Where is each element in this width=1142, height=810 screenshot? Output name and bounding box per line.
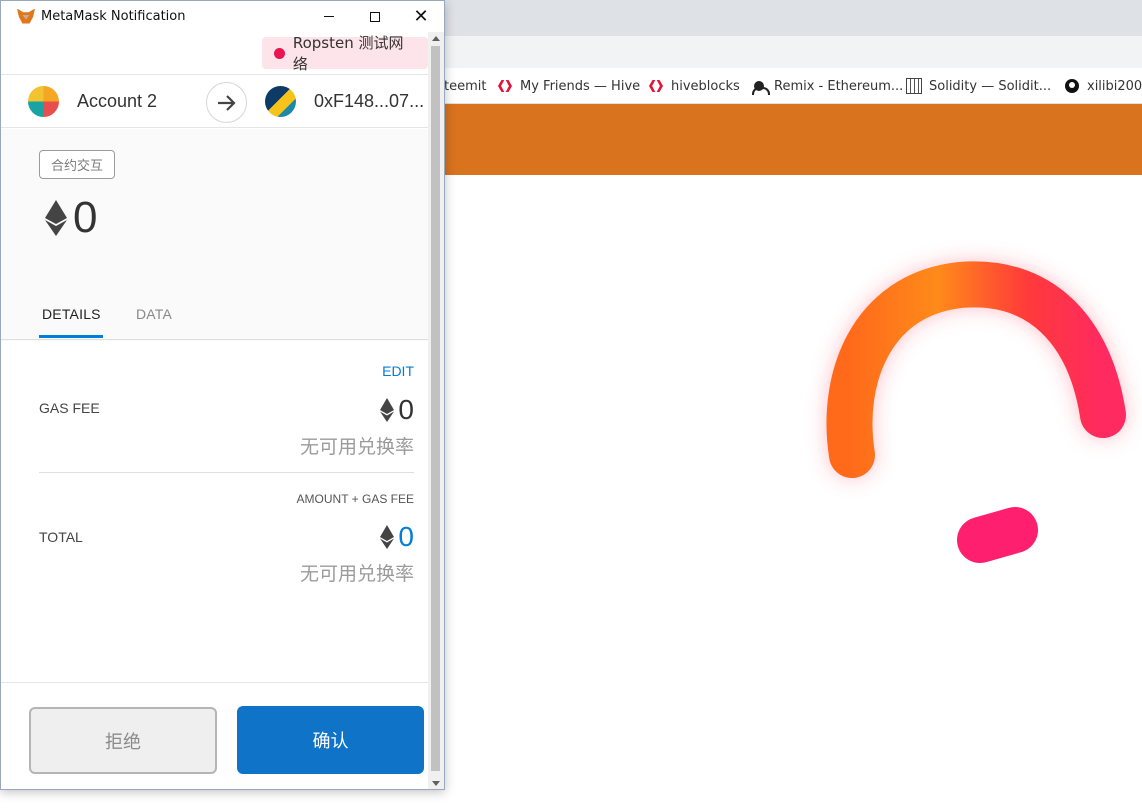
total-label: TOTAL: [39, 529, 83, 545]
details-divider: [39, 472, 414, 473]
method-tag: 合约交互: [39, 150, 116, 179]
minimize-icon: [324, 16, 334, 17]
github-icon: [1064, 78, 1080, 94]
total-fiat: 无可用兑换率: [299, 563, 414, 585]
sender-identicon: [28, 86, 59, 117]
arrow-right-icon: [206, 82, 247, 123]
total-amount: 0: [398, 521, 414, 552]
eth-icon: [45, 200, 67, 236]
bookmark-solidity[interactable]: Solidity — Solidit...: [906, 77, 1051, 95]
gas-fee-fiat: 无可用兑换率: [299, 436, 414, 458]
minimize-button[interactable]: [306, 1, 352, 32]
tabs-divider: [1, 339, 428, 340]
window-title: MetaMask Notification: [41, 9, 186, 24]
eth-icon: [380, 525, 395, 549]
bookmark-label: hiveblocks: [671, 78, 740, 94]
bookmark-github[interactable]: xilibi2003: [1064, 77, 1142, 95]
gas-fee-value: 0: [380, 394, 414, 426]
tab-data[interactable]: DATA: [136, 306, 172, 322]
bookmark-label: Remix - Ethereum...: [774, 78, 904, 94]
sender-account-name: Account 2: [77, 91, 158, 111]
maximize-icon: [370, 11, 380, 22]
transaction-amount: 0: [45, 193, 97, 243]
recipient-identicon: [265, 86, 296, 117]
bookmark-label: xilibi2003: [1087, 78, 1142, 94]
network-row: Ropsten 测试网络: [1, 32, 428, 74]
bookmark-my-friends-hive[interactable]: My Friends — Hive: [497, 77, 640, 95]
recipient-account[interactable]: 0xF148...07...: [265, 86, 424, 117]
confirm-transaction-page: Ropsten 测试网络 Account 2 0xF148...07... 合约…: [1, 32, 428, 789]
hive-icon: [648, 78, 664, 94]
confirm-button[interactable]: 确认: [237, 706, 424, 774]
bookmark-label: Solidity — Solidit...: [929, 78, 1052, 94]
scroll-up-icon[interactable]: [432, 36, 440, 41]
solidity-icon: [906, 78, 922, 94]
tab-details[interactable]: DETAILS: [42, 306, 101, 322]
recipient-address: 0xF148...07...: [314, 91, 425, 111]
gas-fee-amount: 0: [398, 394, 414, 425]
bookmark-label: My Friends — Hive: [520, 78, 641, 94]
gas-fee-label: GAS FEE: [39, 400, 100, 416]
tabs: DETAILS DATA: [1, 299, 428, 340]
bookmark-hiveblocks[interactable]: hiveblocks: [648, 77, 740, 95]
scroll-down-icon[interactable]: [432, 781, 440, 786]
scroll-thumb[interactable]: [431, 46, 440, 771]
active-tab-indicator: [39, 335, 103, 338]
bookmark-remix[interactable]: Remix - Ethereum...: [751, 77, 903, 95]
maximize-button[interactable]: [352, 1, 398, 32]
hive-icon: [497, 78, 513, 94]
close-button[interactable]: ✕: [398, 1, 444, 32]
total-subheading: AMOUNT + GAS FEE: [296, 492, 414, 506]
edit-gas-link[interactable]: EDIT: [382, 363, 414, 379]
eth-icon: [380, 398, 395, 422]
network-label: Ropsten 测试网络: [292, 34, 404, 73]
reject-button[interactable]: 拒绝: [29, 707, 217, 774]
remix-icon: [751, 78, 770, 95]
action-footer: 拒绝 确认: [1, 682, 428, 789]
sender-recipient-row: Account 2 0xF148...07...: [1, 74, 428, 128]
close-icon: ✕: [413, 6, 429, 27]
bookmark-steemit[interactable]: teemit: [444, 77, 486, 95]
metamask-fox-icon: [17, 9, 35, 25]
loading-spinner-icon: [826, 261, 1126, 563]
network-indicator[interactable]: Ropsten 测试网络: [262, 34, 428, 73]
window-titlebar: MetaMask Notification ✕: [1, 1, 444, 32]
vertical-scrollbar[interactable]: [428, 32, 444, 789]
bookmark-label: teemit: [444, 78, 487, 94]
network-dot-icon: [274, 47, 285, 59]
transaction-summary: 合约交互 0 DETAILS DATA: [1, 129, 428, 341]
details-panel: EDIT GAS FEE 0 无可用兑换率 AMOUNT + GAS FEE T…: [1, 342, 428, 682]
metamask-window: MetaMask Notification ✕ Ropsten 测试网络 Acc…: [0, 0, 445, 790]
sender-account[interactable]: Account 2: [28, 86, 157, 117]
total-value: 0: [380, 521, 414, 553]
amount-value: 0: [73, 193, 98, 242]
